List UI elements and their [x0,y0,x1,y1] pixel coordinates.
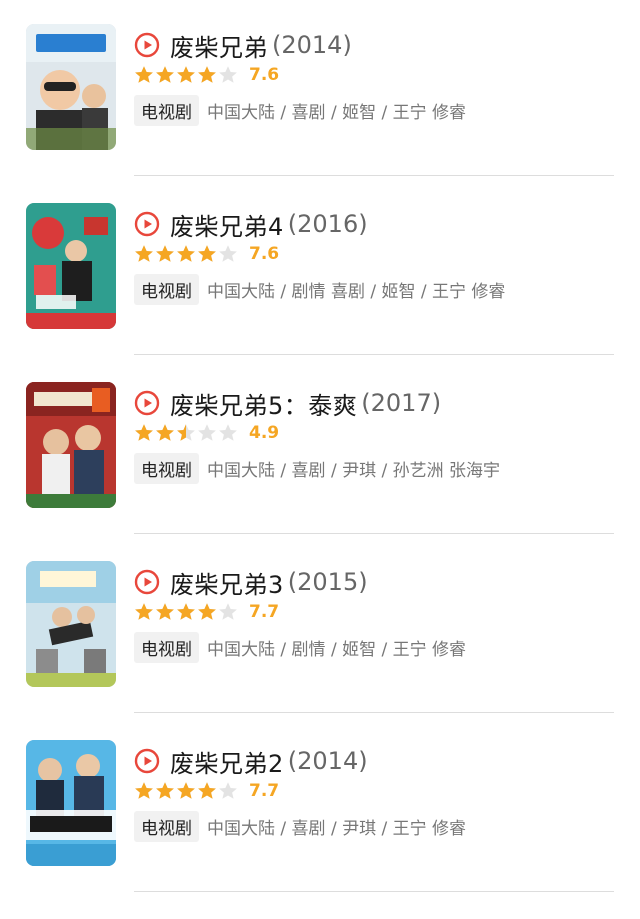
star-icon [219,66,237,83]
rating-score: 7.6 [249,65,280,85]
rating-stars [134,781,239,801]
rating-score: 4.9 [249,423,280,443]
item-year: (2014) [272,31,352,59]
divider [134,354,614,355]
item-meta: 中国大陆 / 剧情 喜剧 / 姬智 / 王宁 修睿 [207,281,506,302]
star-icon [198,66,216,83]
rating-score: 7.6 [249,244,280,264]
type-badge: 电视剧 [134,810,199,842]
star-icon [219,245,237,262]
rating-stars [134,65,239,85]
title-row: 废柴兄弟2 (2014) [134,744,368,778]
list-item[interactable]: 废柴兄弟5：泰爽 (2017) 4.9 电视剧 中国大陆 / 喜剧 / 尹琪 /… [0,358,640,537]
star-icon [177,245,195,262]
poster-image[interactable] [26,561,116,687]
rating-row: 7.7 [134,778,279,804]
title-row: 废柴兄弟3 (2015) [134,565,368,599]
list-item[interactable]: 废柴兄弟 (2014) 7.6 电视剧 中国大陆 / 喜剧 / 姬智 / 王宁 … [0,0,640,179]
star-icon [135,424,153,441]
star-icon [177,782,195,799]
play-circle-icon[interactable] [134,390,160,416]
type-badge: 电视剧 [134,94,199,126]
star-icon [219,424,237,441]
rating-row: 4.9 [134,420,279,446]
play-circle-icon[interactable] [134,32,160,58]
type-badge: 电视剧 [134,273,199,305]
poster-image[interactable] [26,740,116,866]
star-icon [219,603,237,620]
item-meta: 中国大陆 / 剧情 / 姬智 / 王宁 修睿 [207,639,467,660]
star-icon [156,245,174,262]
poster-image[interactable] [26,203,116,329]
item-title[interactable]: 废柴兄弟3 [170,565,284,600]
star-icon [156,424,174,441]
divider [134,891,614,892]
rating-stars [134,602,239,622]
title-row: 废柴兄弟 (2014) [134,28,352,62]
star-icon [156,603,174,620]
search-results-list: 废柴兄弟 (2014) 7.6 电视剧 中国大陆 / 喜剧 / 姬智 / 王宁 … [0,0,640,919]
play-circle-icon[interactable] [134,211,160,237]
star-icon [135,66,153,83]
meta-row: 电视剧 中国大陆 / 喜剧 / 姬智 / 王宁 修睿 [134,94,466,126]
meta-row: 电视剧 中国大陆 / 剧情 喜剧 / 姬智 / 王宁 修睿 [134,273,505,305]
rating-score: 7.7 [249,781,280,801]
item-year: (2015) [287,568,368,596]
type-badge: 电视剧 [134,452,199,484]
item-title[interactable]: 废柴兄弟4 [170,207,284,242]
play-circle-icon[interactable] [134,569,160,595]
poster-image[interactable] [26,382,116,508]
meta-row: 电视剧 中国大陆 / 喜剧 / 尹琪 / 孙艺洲 张海宇 [134,452,500,484]
meta-row: 电视剧 中国大陆 / 喜剧 / 尹琪 / 王宁 修睿 [134,810,466,842]
star-icon [156,66,174,83]
rating-row: 7.6 [134,241,279,267]
title-row: 废柴兄弟5：泰爽 (2017) [134,386,441,420]
divider [134,533,614,534]
star-icon [219,782,237,799]
divider [134,175,614,176]
item-meta: 中国大陆 / 喜剧 / 尹琪 / 孙艺洲 张海宇 [207,460,501,481]
item-year: (2016) [287,210,368,238]
rating-stars [134,244,239,264]
star-icon [135,245,153,262]
star-icon [198,603,216,620]
list-item[interactable]: 废柴兄弟4 (2016) 7.6 电视剧 中国大陆 / 剧情 喜剧 / 姬智 /… [0,179,640,358]
star-icon [177,424,195,441]
item-year: (2017) [361,389,442,417]
list-item[interactable]: 废柴兄弟2 (2014) 7.7 电视剧 中国大陆 / 喜剧 / 尹琪 / 王宁… [0,716,640,895]
star-icon [177,603,195,620]
type-badge: 电视剧 [134,631,199,663]
poster-image[interactable] [26,24,116,150]
star-icon [198,424,216,441]
item-title[interactable]: 废柴兄弟5：泰爽 [170,386,357,421]
item-year: (2014) [287,747,368,775]
list-item[interactable]: 废柴兄弟3 (2015) 7.7 电视剧 中国大陆 / 剧情 / 姬智 / 王宁… [0,537,640,716]
rating-row: 7.7 [134,599,279,625]
star-icon [135,782,153,799]
star-icon [198,245,216,262]
divider [134,712,614,713]
meta-row: 电视剧 中国大陆 / 剧情 / 姬智 / 王宁 修睿 [134,631,466,663]
play-circle-icon[interactable] [134,748,160,774]
item-title[interactable]: 废柴兄弟2 [170,744,284,779]
rating-stars [134,423,239,443]
item-meta: 中国大陆 / 喜剧 / 姬智 / 王宁 修睿 [207,102,467,123]
rating-row: 7.6 [134,62,279,88]
star-icon [135,603,153,620]
star-icon [156,782,174,799]
item-title[interactable]: 废柴兄弟 [170,28,268,63]
star-icon [177,66,195,83]
star-icon [198,782,216,799]
rating-score: 7.7 [249,602,280,622]
title-row: 废柴兄弟4 (2016) [134,207,368,241]
item-meta: 中国大陆 / 喜剧 / 尹琪 / 王宁 修睿 [207,818,467,839]
